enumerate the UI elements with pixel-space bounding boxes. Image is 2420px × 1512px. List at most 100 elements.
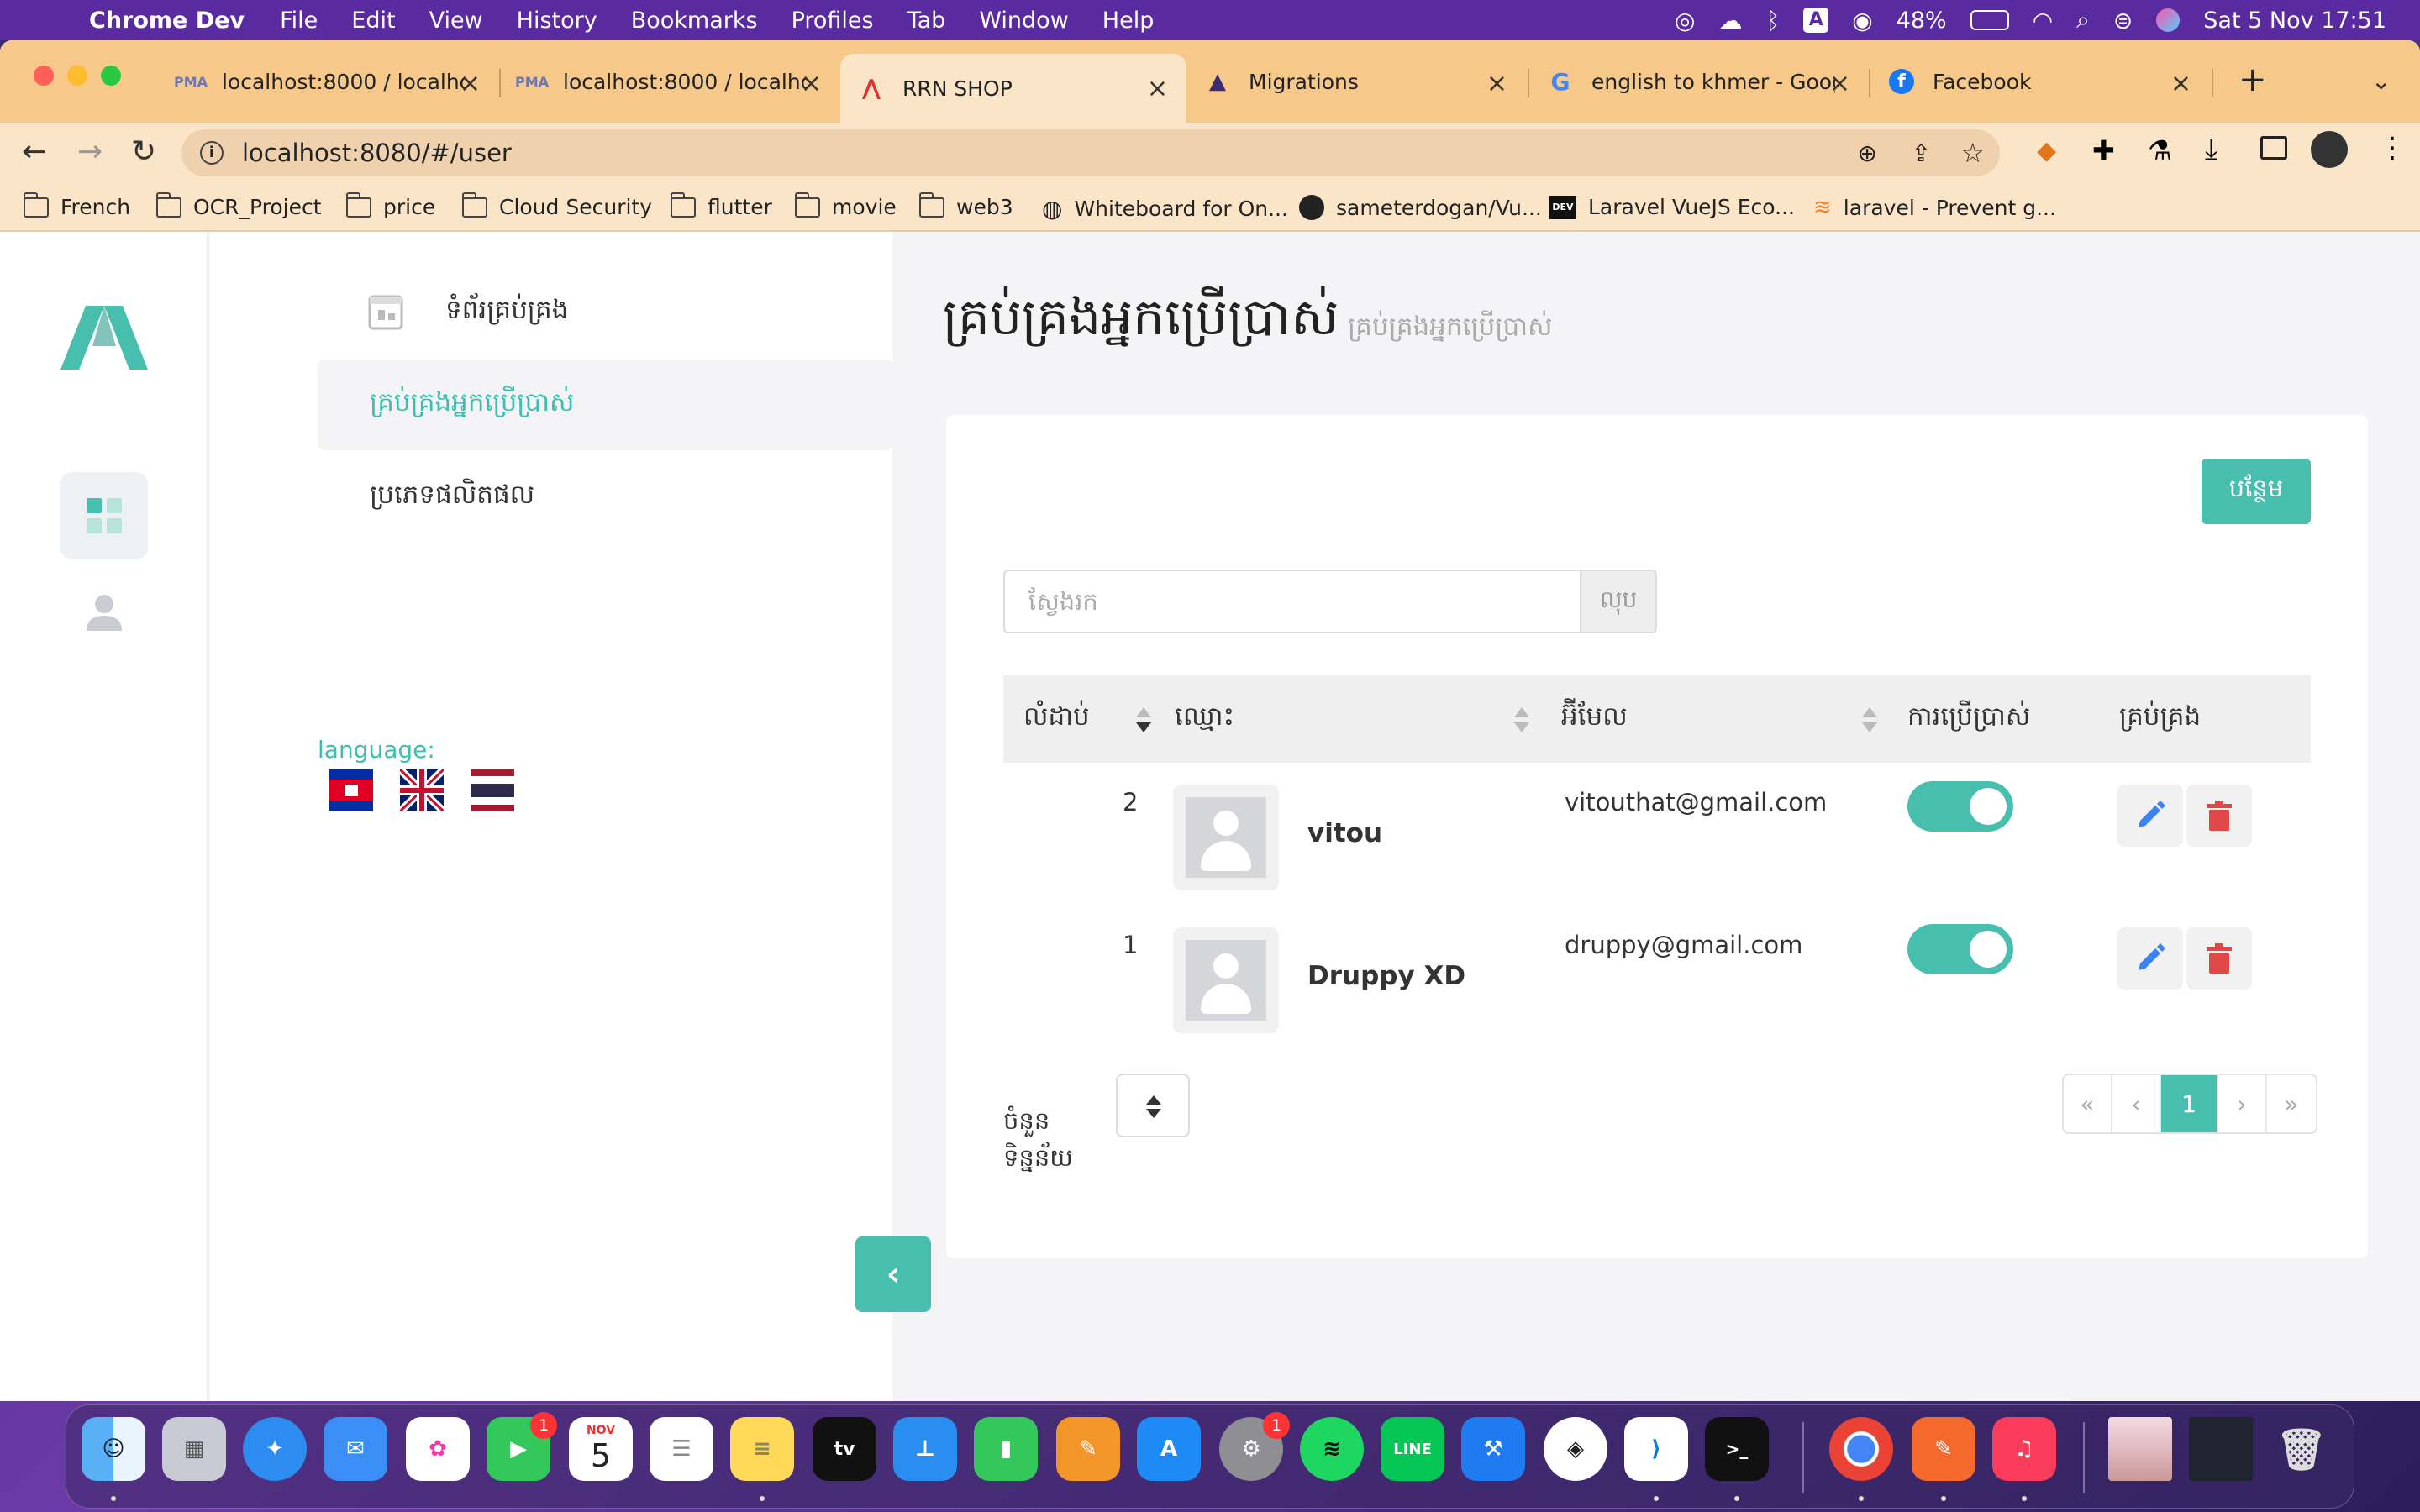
spotlight-search-icon[interactable]: ⌕ bbox=[2076, 6, 2090, 34]
tab-close-icon[interactable]: × bbox=[1486, 69, 1507, 98]
tab-close-icon[interactable]: × bbox=[1147, 74, 1168, 103]
delete-button[interactable] bbox=[2186, 927, 2252, 990]
menu-clock[interactable]: Sat 5 Nov 17:51 bbox=[2203, 8, 2386, 34]
thailand-flag-icon[interactable] bbox=[471, 769, 514, 811]
music-icon[interactable]: ♫ bbox=[1992, 1417, 2056, 1481]
tab-close-icon[interactable]: × bbox=[1829, 69, 1850, 98]
add-user-button[interactable]: បន្ថែម bbox=[2202, 459, 2311, 524]
menu-history[interactable]: History bbox=[517, 8, 597, 34]
tab-rrn-shop[interactable]: ⋀ RRN SHOP × bbox=[840, 54, 1186, 123]
recent-photo-thumbnail[interactable] bbox=[2108, 1417, 2172, 1481]
side-panel-icon[interactable] bbox=[2260, 136, 2287, 160]
extensions-puzzle-icon[interactable]: ✚ bbox=[2092, 134, 2115, 166]
bookmark-folder[interactable]: web3 bbox=[919, 192, 1013, 219]
xcode-icon[interactable]: ⚒ bbox=[1461, 1417, 1525, 1481]
tab-close-icon[interactable]: × bbox=[460, 69, 481, 98]
menu-bookmarks[interactable]: Bookmarks bbox=[631, 8, 758, 34]
labs-flask-icon[interactable]: ⚗ bbox=[2148, 134, 2172, 166]
sort-icon[interactable] bbox=[1136, 707, 1151, 734]
bookmark-folder[interactable]: French bbox=[24, 192, 130, 219]
page-first-button[interactable]: « bbox=[2064, 1075, 2112, 1132]
bookmark-folder[interactable]: Cloud Security bbox=[462, 192, 652, 219]
unity-icon[interactable]: ◈ bbox=[1544, 1417, 1607, 1481]
postman-icon[interactable]: ✎ bbox=[1912, 1417, 1975, 1481]
bookmark-link[interactable]: ≋ laravel - Prevent g... bbox=[1813, 195, 2056, 220]
app-logo[interactable] bbox=[60, 304, 148, 371]
site-info-icon[interactable]: i bbox=[200, 141, 224, 165]
forward-arrow-icon[interactable]: → bbox=[77, 134, 103, 169]
share-icon[interactable]: ⇪ bbox=[1912, 139, 1931, 167]
zoom-icon[interactable]: ⊕ bbox=[1858, 139, 1877, 167]
active-toggle[interactable] bbox=[1907, 781, 2013, 832]
bookmark-link[interactable]: DEV Laravel VueJS Eco... bbox=[1549, 195, 1795, 219]
appstore-icon[interactable]: A bbox=[1137, 1417, 1201, 1481]
column-header-no[interactable]: លំដាប់ bbox=[1023, 701, 1090, 738]
menu-help[interactable]: Help bbox=[1102, 8, 1155, 34]
calendar-icon[interactable]: NOV 5 bbox=[569, 1417, 633, 1481]
launchpad-icon[interactable]: ▦ bbox=[162, 1417, 226, 1481]
chrome-menu-icon[interactable]: ⋮ bbox=[2378, 131, 2407, 165]
menu-view[interactable]: View bbox=[429, 8, 483, 34]
sidebar-item-dashboard[interactable]: ទំព័រគ្រប់គ្រង bbox=[318, 267, 892, 358]
zoom-window-button[interactable] bbox=[101, 66, 121, 86]
metamask-icon[interactable]: ◆ bbox=[2037, 136, 2056, 165]
menu-app-name[interactable]: Chrome Dev bbox=[89, 8, 245, 34]
page-next-button[interactable]: › bbox=[2218, 1075, 2267, 1132]
page-number-button[interactable]: 1 bbox=[2161, 1075, 2218, 1132]
bookmark-folder[interactable]: price bbox=[346, 192, 435, 219]
chrome-dev-icon[interactable] bbox=[1829, 1417, 1893, 1481]
tab-migrations[interactable]: ▲ Migrations × bbox=[1186, 54, 1526, 109]
icloud-icon[interactable]: ☁ bbox=[1718, 7, 1742, 34]
menu-tab[interactable]: Tab bbox=[908, 8, 946, 34]
trash-icon[interactable]: 🗑 bbox=[2270, 1417, 2333, 1481]
sort-icon[interactable] bbox=[1862, 707, 1877, 734]
active-toggle[interactable] bbox=[1907, 924, 2013, 974]
control-center-icon[interactable]: ⊜ bbox=[2113, 7, 2133, 34]
close-window-button[interactable] bbox=[34, 66, 54, 86]
spotify-icon[interactable]: ≋ bbox=[1300, 1417, 1364, 1481]
tab-pma-2[interactable]: PMA localhost:8000 / localhost × bbox=[501, 54, 840, 109]
search-input[interactable] bbox=[1003, 570, 1581, 633]
collapse-sidebar-button[interactable]: ‹ bbox=[855, 1236, 931, 1312]
reload-icon[interactable]: ↻ bbox=[131, 134, 156, 169]
keynote-icon[interactable]: ⊥ bbox=[893, 1417, 957, 1481]
appletv-icon[interactable]: tv bbox=[813, 1417, 876, 1481]
safari-icon[interactable]: ✦ bbox=[243, 1417, 307, 1481]
new-tab-plus-icon[interactable]: + bbox=[2238, 60, 2267, 99]
sort-icon[interactable] bbox=[1514, 707, 1529, 734]
cambodia-flag-icon[interactable] bbox=[329, 769, 373, 811]
rail-dashboard-button[interactable] bbox=[60, 472, 148, 559]
menu-profiles[interactable]: Profiles bbox=[792, 8, 874, 34]
line-icon[interactable]: LINE bbox=[1381, 1417, 1444, 1481]
edit-button[interactable] bbox=[2118, 927, 2183, 990]
bookmark-folder[interactable]: flutter bbox=[671, 192, 772, 219]
page-last-button[interactable]: » bbox=[2267, 1075, 2316, 1132]
tab-facebook[interactable]: f Facebook × bbox=[1870, 54, 2210, 109]
url-text[interactable]: localhost:8080/#/user bbox=[242, 139, 512, 167]
bookmark-link[interactable]: sameterdogan/Vu... bbox=[1299, 195, 1542, 220]
download-icon[interactable]: ⤓ bbox=[2205, 133, 2217, 166]
siri-icon[interactable] bbox=[2156, 8, 2181, 32]
minimize-window-button[interactable] bbox=[67, 66, 87, 86]
numbers-icon[interactable]: ▮ bbox=[974, 1417, 1038, 1481]
tab-google-translate[interactable]: G english to khmer - Google × bbox=[1529, 54, 1869, 109]
bookmark-link[interactable]: ◍ Whiteboard for On... bbox=[1042, 195, 1288, 223]
pages-icon[interactable]: ✎ bbox=[1056, 1417, 1120, 1481]
edit-button[interactable] bbox=[2118, 785, 2183, 847]
user-account-icon[interactable]: ◉ bbox=[1852, 7, 1872, 34]
column-header-email[interactable]: អ៊ីមែល bbox=[1561, 701, 1628, 738]
menu-window[interactable]: Window bbox=[979, 8, 1068, 34]
column-header-name[interactable]: ឈ្មោះ bbox=[1175, 701, 1234, 738]
tab-search-chevron-icon[interactable]: ⌄ bbox=[2371, 67, 2391, 95]
menu-file[interactable]: File bbox=[280, 8, 318, 34]
wifi-icon[interactable]: ◠ bbox=[2033, 7, 2053, 34]
page-prev-button[interactable]: ‹ bbox=[2112, 1075, 2161, 1132]
finder-icon[interactable]: ☺ bbox=[82, 1417, 145, 1481]
per-page-select[interactable] bbox=[1116, 1074, 1190, 1137]
address-bar[interactable]: i localhost:8080/#/user ⊕ ⇪ ☆ bbox=[182, 129, 2000, 176]
terminal-icon[interactable]: >_ bbox=[1705, 1417, 1769, 1481]
bookmark-folder[interactable]: OCR_Project bbox=[156, 192, 322, 219]
creative-cloud-icon[interactable]: ◎ bbox=[1675, 7, 1695, 34]
photos-icon[interactable]: ✿ bbox=[406, 1417, 470, 1481]
delete-button[interactable] bbox=[2186, 785, 2252, 847]
